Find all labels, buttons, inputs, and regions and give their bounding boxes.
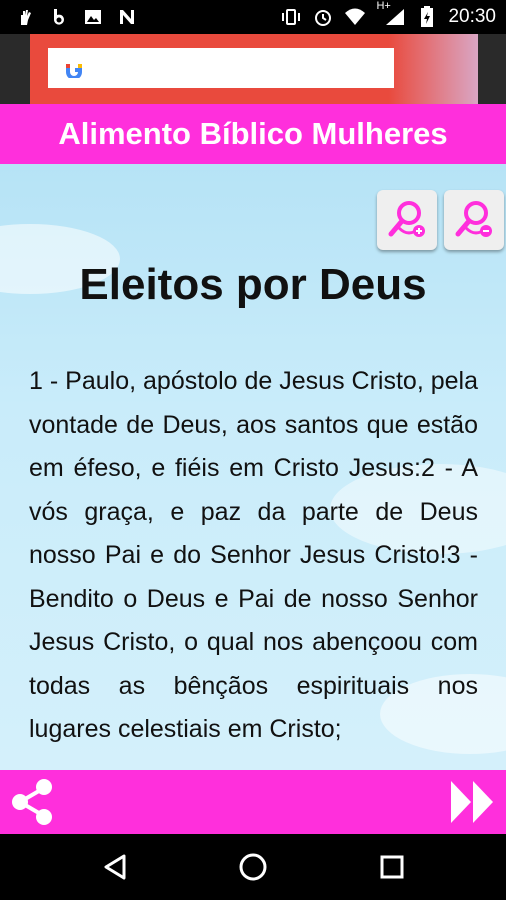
home-button[interactable]	[236, 850, 270, 884]
home-circle-icon	[239, 853, 267, 881]
share-button[interactable]	[8, 778, 56, 826]
vibrate-icon	[280, 6, 302, 28]
status-bar: H+ 20:30	[0, 0, 506, 34]
share-icon	[12, 779, 52, 825]
hand-icon	[14, 6, 36, 28]
clock: 20:30	[448, 6, 496, 27]
signal-icon: H+	[376, 0, 406, 28]
zoom-out-icon	[455, 201, 492, 237]
battery-icon	[416, 6, 438, 28]
image-icon	[82, 6, 104, 28]
back-button[interactable]	[98, 850, 132, 884]
verse-text: 1 - Paulo, apóstolo de Jesus Cristo, pel…	[29, 367, 478, 743]
ad-image[interactable]	[30, 34, 478, 104]
app-title: Alimento Bíblico Mulheres	[58, 116, 448, 151]
b-icon	[48, 6, 70, 28]
app-title-bar: Alimento Bíblico Mulheres	[0, 104, 506, 164]
n-icon	[116, 6, 138, 28]
fast-forward-icon	[451, 781, 493, 823]
chapter-title: Eleitos por Deus	[79, 260, 427, 309]
alarm-icon	[312, 6, 334, 28]
ad-banner[interactable]: ✕ ⓘ	[0, 34, 506, 104]
reading-area[interactable]: Eleitos por Deus 1 - Paulo, apóstolo de …	[0, 164, 506, 770]
recents-button[interactable]	[375, 850, 409, 884]
next-button[interactable]	[446, 776, 498, 828]
google-g-icon	[66, 62, 96, 83]
ad-search-box	[48, 48, 394, 88]
navigation-bar	[0, 834, 506, 900]
zoom-in-button[interactable]	[377, 190, 437, 250]
recents-square-icon	[380, 855, 404, 879]
network-type-label: H+	[376, 0, 391, 12]
bottom-action-bar	[0, 770, 506, 834]
zoom-in-icon	[388, 201, 425, 237]
zoom-out-button[interactable]	[444, 190, 504, 250]
wifi-icon	[344, 6, 366, 28]
back-triangle-icon	[104, 854, 126, 880]
